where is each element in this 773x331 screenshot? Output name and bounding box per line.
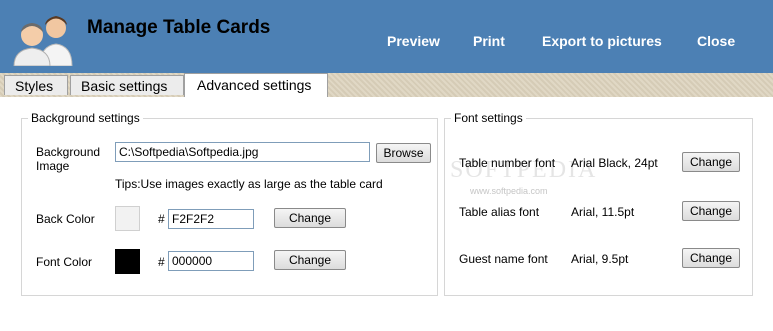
guest-name-font-label: Guest name font <box>459 252 548 266</box>
font-color-label: Font Color <box>36 255 93 269</box>
guest-name-font-change-button[interactable]: Change <box>682 248 740 268</box>
browse-button[interactable]: Browse <box>376 143 431 163</box>
background-image-label-line1: Background <box>36 145 101 159</box>
background-image-label-line2: Image <box>36 159 70 173</box>
font-color-hash: # <box>158 255 165 269</box>
guest-name-font-value: Arial, 9.5pt <box>571 252 629 266</box>
users-icon <box>13 16 73 66</box>
print-button[interactable]: Print <box>473 33 505 49</box>
image-size-tip: Tips:Use images exactly as large as the … <box>115 177 383 191</box>
background-settings-legend: Background settings <box>28 111 143 125</box>
tab-bar: Styles Basic settings Advanced settings <box>0 73 773 97</box>
softpedia-watermark-url: www.softpedia.com <box>470 186 548 196</box>
font-color-swatch[interactable] <box>115 249 140 274</box>
tab-styles[interactable]: Styles <box>4 75 68 95</box>
export-to-pictures-button[interactable]: Export to pictures <box>542 33 662 49</box>
background-image-path-input[interactable] <box>115 142 370 162</box>
window-title: Manage Table Cards <box>87 17 271 38</box>
close-button[interactable]: Close <box>697 33 735 49</box>
back-color-label: Back Color <box>36 212 95 226</box>
back-color-input[interactable] <box>168 209 254 229</box>
table-alias-font-change-button[interactable]: Change <box>682 201 740 221</box>
tab-basic-settings[interactable]: Basic settings <box>70 75 184 95</box>
table-number-font-value: Arial Black, 24pt <box>571 156 658 170</box>
font-settings-legend: Font settings <box>451 111 526 125</box>
table-number-font-label: Table number font <box>459 156 556 170</box>
font-color-change-button[interactable]: Change <box>274 250 346 270</box>
tab-advanced-settings[interactable]: Advanced settings <box>184 73 328 97</box>
table-alias-font-label: Table alias font <box>459 205 540 219</box>
table-alias-font-value: Arial, 11.5pt <box>571 205 635 219</box>
back-color-change-button[interactable]: Change <box>274 208 346 228</box>
preview-button[interactable]: Preview <box>387 33 440 49</box>
app-header: Manage Table Cards Preview Print Export … <box>0 0 773 73</box>
font-color-input[interactable] <box>168 251 254 271</box>
back-color-swatch[interactable] <box>115 206 140 231</box>
table-number-font-change-button[interactable]: Change <box>682 152 740 172</box>
back-color-hash: # <box>158 212 165 226</box>
